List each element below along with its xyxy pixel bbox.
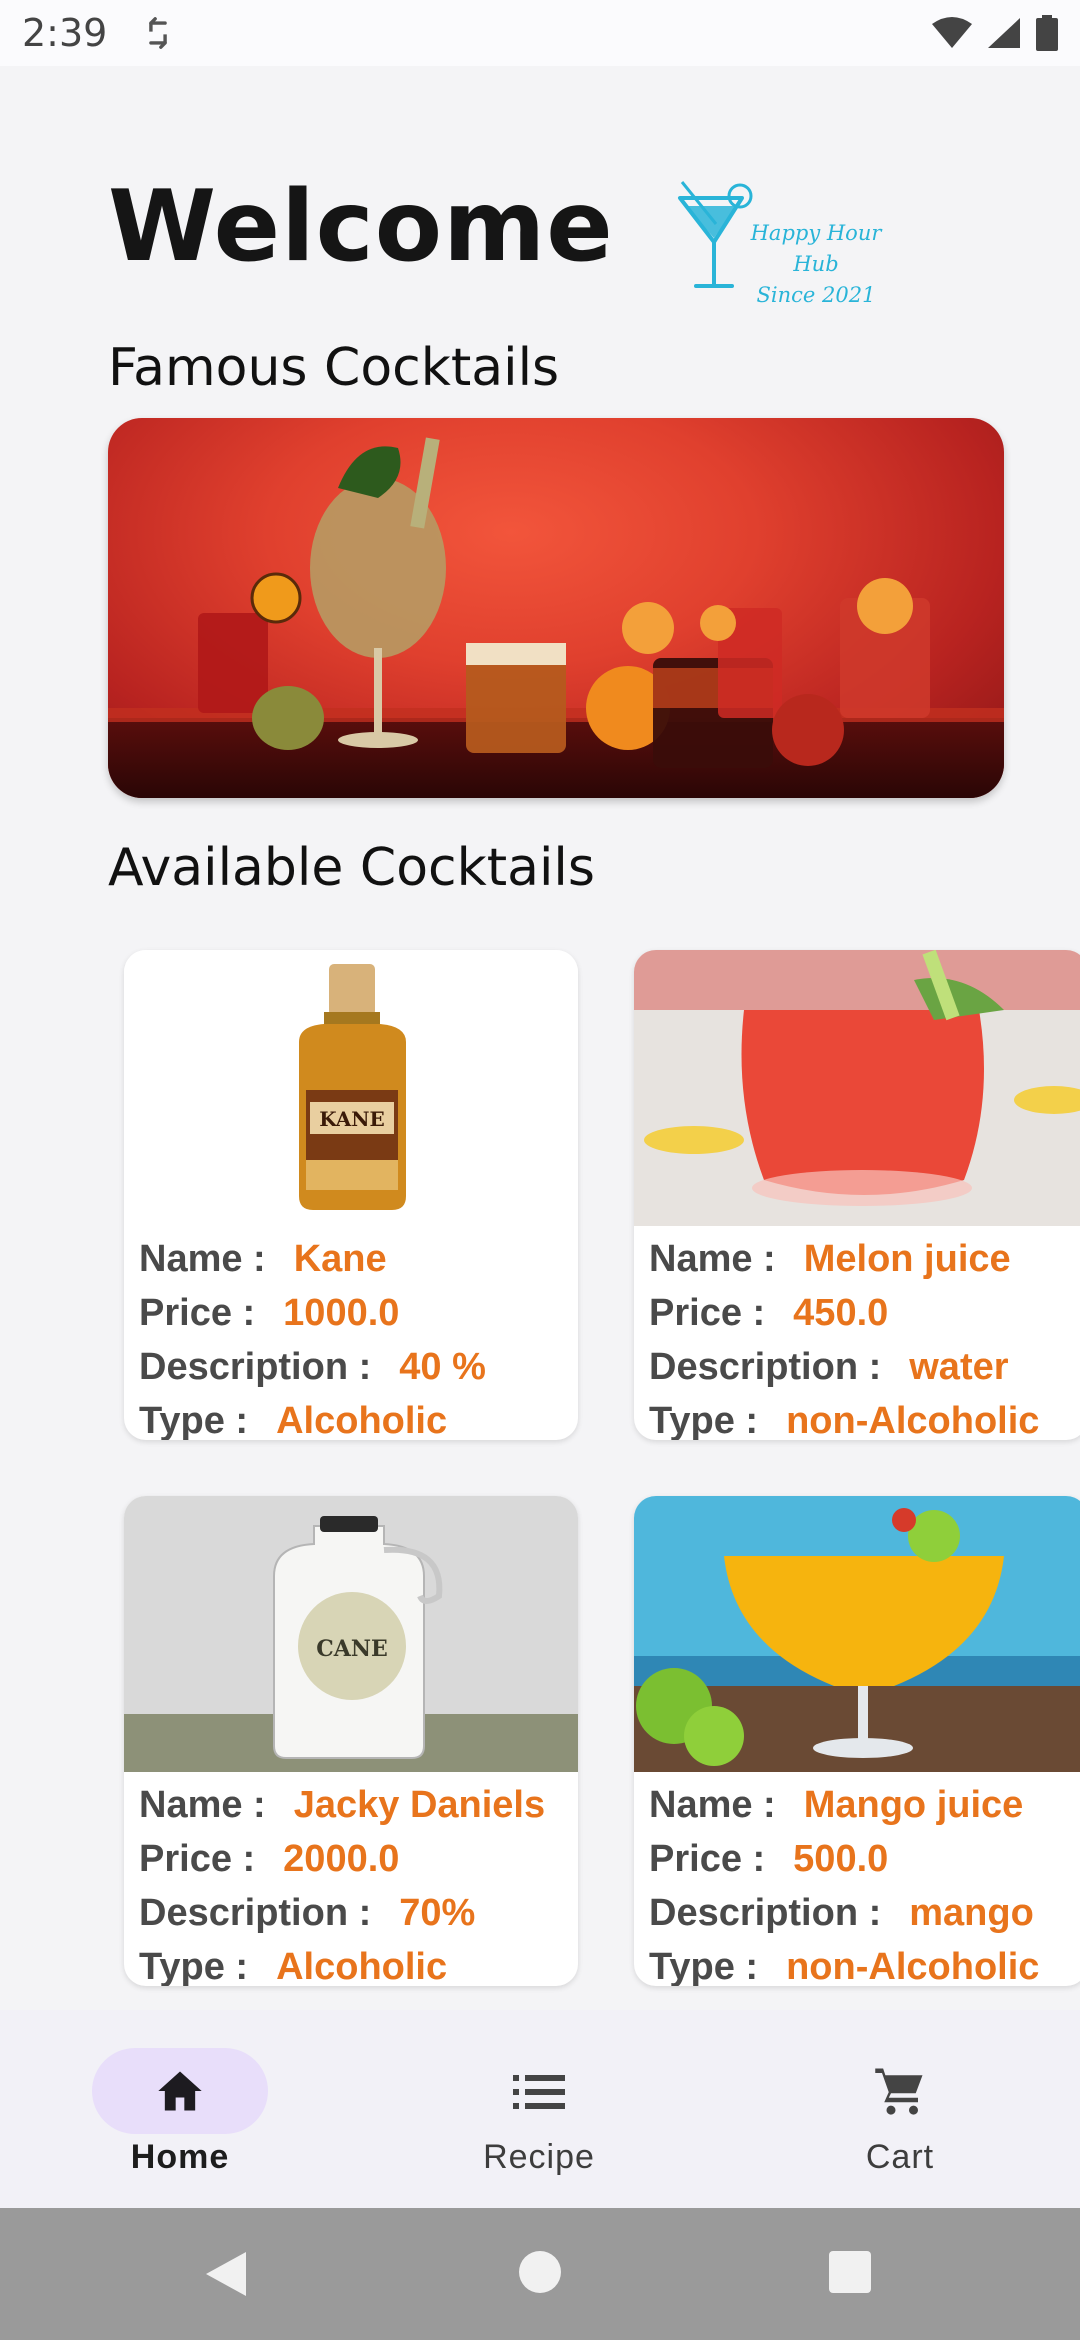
home-icon — [158, 2071, 202, 2111]
description-label: Description : — [649, 1345, 882, 1388]
cocktail-price: 1000.0 — [283, 1291, 400, 1334]
cocktail-card[interactable]: Name : Mango juice Price : 500.0 Descripti… — [634, 1496, 1080, 1986]
bottom-navigation: Home Recipe Cart — [0, 2010, 1080, 2208]
type-label: Type : — [649, 1945, 759, 1987]
svg-text:CANE: CANE — [316, 1636, 387, 1662]
available-cocktails-heading: Available Cocktails — [108, 838, 595, 898]
cocktail-image — [634, 950, 1080, 1226]
cocktail-grid: KANE Name : Kane Price : 1000.0 Descriptio… — [0, 950, 1080, 2000]
status-icons — [932, 15, 1058, 51]
logo-line-1: Happy Hour Hub — [750, 221, 882, 276]
cocktail-name: Kane — [293, 1237, 387, 1280]
cocktail-name: Melon juice — [803, 1237, 1011, 1280]
price-label: Price : — [139, 1837, 256, 1880]
home-circle-icon[interactable] — [518, 2250, 562, 2294]
signal-icon — [988, 18, 1020, 48]
status-time: 2:39 — [22, 11, 108, 55]
name-label: Name : — [649, 1783, 776, 1826]
cocktail-price: 450.0 — [793, 1291, 889, 1334]
name-label: Name : — [649, 1237, 776, 1280]
recents-icon[interactable] — [828, 2250, 872, 2294]
page-title: Welcome — [108, 170, 614, 284]
melon-juice-image — [634, 950, 1080, 1226]
famous-cocktails-banner[interactable] — [108, 418, 1004, 798]
logo-text: Happy Hour Hub Since 2021 — [726, 218, 906, 311]
logo-line-2: Since 2021 — [756, 283, 876, 307]
nav-home-label: Home — [130, 2138, 230, 2176]
type-label: Type : — [139, 1945, 249, 1987]
back-icon[interactable] — [202, 2248, 250, 2300]
type-label: Type : — [649, 1399, 759, 1441]
cart-icon — [875, 2068, 923, 2115]
price-label: Price : — [649, 1291, 766, 1334]
cocktail-price: 500.0 — [793, 1837, 889, 1880]
price-label: Price : — [139, 1291, 256, 1334]
cocktail-type: Alcoholic — [276, 1399, 448, 1441]
nav-recipe-label: Recipe — [483, 2138, 595, 2176]
cocktail-type: non-Alcoholic — [786, 1945, 1040, 1987]
jacky-daniels-image: CANE — [124, 1496, 578, 1772]
cocktail-name: Jacky Daniels — [293, 1783, 546, 1826]
cocktail-image: KANE — [124, 950, 578, 1226]
cocktail-description: 40 % — [399, 1345, 486, 1388]
nav-recipe[interactable]: Recipe — [439, 2048, 639, 2188]
wifi-icon — [932, 17, 972, 48]
cocktail-image — [634, 1496, 1080, 1772]
nav-cart[interactable]: Cart — [800, 2048, 1000, 2188]
svg-text:KANE: KANE — [319, 1107, 385, 1131]
screen: 2:39 Welcome Happy Hour Hub Since 2021 F… — [0, 0, 1080, 2340]
name-label: Name : — [139, 1783, 266, 1826]
famous-cocktails-heading: Famous Cocktails — [108, 338, 560, 398]
cocktail-card[interactable]: Name : Melon juice Price : 450.0 Descripti… — [634, 950, 1080, 1440]
type-label: Type : — [139, 1399, 249, 1441]
app-logo: Happy Hour Hub Since 2021 — [676, 180, 906, 307]
cocktail-card[interactable]: CANE Name : Jacky Daniels Price : 2000.0 D… — [124, 1496, 578, 1986]
description-label: Description : — [649, 1891, 882, 1934]
cocktail-name: Mango juice — [803, 1783, 1024, 1826]
price-label: Price : — [649, 1837, 766, 1880]
cocktail-description: mango — [909, 1891, 1034, 1934]
cocktail-price: 2000.0 — [283, 1837, 400, 1880]
kane-bottle-image: KANE — [124, 950, 578, 1226]
description-label: Description : — [139, 1891, 372, 1934]
nav-home-indicator — [92, 2048, 268, 2134]
list-icon — [513, 2075, 565, 2109]
status-bar: 2:39 — [0, 0, 1080, 66]
cocktail-description: water — [909, 1345, 1009, 1388]
cocktail-type: non-Alcoholic — [786, 1399, 1040, 1441]
battery-icon — [1036, 15, 1058, 51]
sync-icon — [149, 17, 168, 49]
mango-juice-image — [634, 1496, 1080, 1772]
cocktail-card[interactable]: KANE Name : Kane Price : 1000.0 Descriptio… — [124, 950, 578, 1440]
name-label: Name : — [139, 1237, 266, 1280]
nav-cart-label: Cart — [865, 2138, 935, 2176]
nav-recipe-indicator — [451, 2048, 627, 2134]
nav-cart-indicator — [812, 2048, 988, 2134]
cocktail-image: CANE — [124, 1496, 578, 1772]
system-navigation-bar — [0, 2208, 1080, 2340]
cocktail-description: 70% — [399, 1891, 476, 1934]
cocktail-type: Alcoholic — [276, 1945, 448, 1987]
nav-home[interactable]: Home — [80, 2048, 280, 2188]
description-label: Description : — [139, 1345, 372, 1388]
cocktails-banner-image — [108, 437, 1004, 798]
